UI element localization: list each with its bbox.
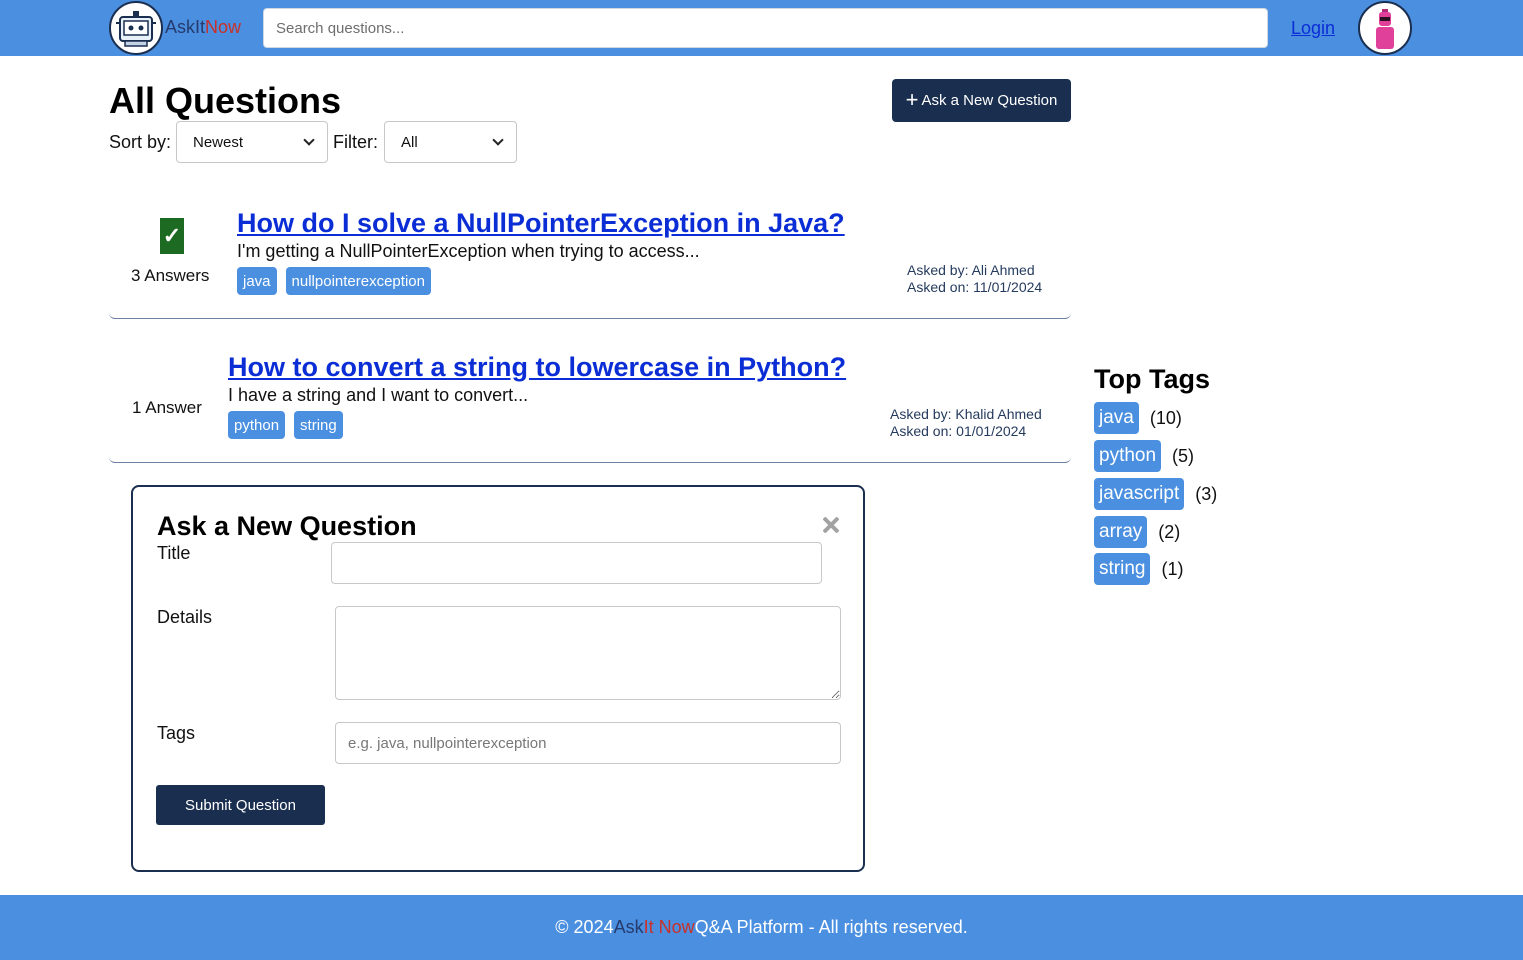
question-meta: Asked by: Khalid Ahmed Asked on: 01/01/2… — [890, 406, 1042, 440]
top-tag-chip[interactable]: java — [1094, 402, 1139, 434]
accepted-check-icon: ✓ — [160, 218, 184, 254]
top-tag-chip[interactable]: string — [1094, 553, 1151, 585]
footer-brand-it-now: It Now — [643, 917, 695, 937]
top-tag-chip[interactable]: python — [1094, 440, 1162, 472]
top-tag-row: string (1) — [1094, 553, 1183, 585]
title-label: Title — [157, 543, 191, 563]
asked-by: Asked by: Ali Ahmed — [907, 262, 1035, 278]
logo-icon[interactable] — [109, 1, 163, 55]
question-card: 1 Answer How to convert a string to lowe… — [109, 340, 1071, 463]
brand-name-part2: Now — [205, 17, 242, 37]
top-tag-count: (5) — [1172, 445, 1195, 466]
question-tags: java nullpointerexception — [237, 267, 431, 295]
question-card: ✓ 3 Answers How do I solve a NullPointer… — [109, 195, 1071, 319]
asked-by: Asked by: Khalid Ahmed — [890, 406, 1042, 422]
footer: © 2024 Ask It Now Q&A Platform - All rig… — [0, 895, 1523, 960]
top-tag-count: (1) — [1161, 558, 1184, 579]
top-tag-row: array (2) — [1094, 516, 1180, 548]
title-field[interactable] — [331, 542, 822, 584]
sort-label: Sort by: — [109, 132, 172, 152]
sort-select-value: Newest — [193, 133, 244, 151]
filter-select[interactable]: All — [384, 121, 517, 163]
filter-label: Filter: — [333, 132, 378, 152]
brand-name-part1: AskIt — [165, 17, 206, 37]
chevron-down-icon — [303, 134, 315, 146]
top-tag-count: (10) — [1149, 407, 1182, 428]
login-link[interactable]: Login — [1291, 18, 1335, 39]
question-snippet: I have a string and I want to convert... — [228, 385, 529, 405]
top-tag-chip[interactable]: array — [1094, 516, 1148, 548]
top-tag-count: (2) — [1158, 521, 1181, 542]
tag-chip[interactable]: python — [228, 411, 286, 439]
details-label: Details — [157, 607, 213, 627]
top-navbar: AskItNow Login — [0, 0, 1523, 56]
answer-count: 1 Answer — [132, 398, 202, 417]
avatar[interactable] — [1358, 1, 1412, 55]
tag-chip[interactable]: java — [237, 267, 277, 295]
modal-title: Ask a New Question — [157, 511, 417, 541]
robot-avatar-icon — [1376, 9, 1394, 49]
search-input[interactable] — [263, 8, 1268, 48]
question-snippet: I'm getting a NullPointerException when … — [237, 241, 700, 261]
top-tag-row: java (10) — [1094, 402, 1182, 434]
question-title-link[interactable]: How to convert a string to lowercase in … — [228, 352, 846, 383]
question-title-link[interactable]: How do I solve a NullPointerException in… — [237, 208, 845, 239]
asked-on: Asked on: 11/01/2024 — [907, 279, 1043, 295]
asked-on: Asked on: 01/01/2024 — [890, 423, 1027, 439]
top-tag-row: python (5) — [1094, 440, 1194, 472]
ask-question-button[interactable]: + Ask a New Question — [892, 79, 1071, 122]
chevron-down-icon — [492, 134, 504, 146]
ask-question-modal: Ask a New Question Title Details Tags Su… — [131, 485, 865, 872]
footer-brand-ask: Ask — [613, 917, 644, 937]
tags-field[interactable] — [335, 722, 841, 764]
top-tag-chip[interactable]: javascript — [1094, 478, 1185, 510]
tags-label: Tags — [157, 723, 196, 743]
answer-count: 3 Answers — [131, 266, 210, 285]
filter-select-value: All — [401, 133, 418, 151]
tag-chip[interactable]: string — [294, 411, 343, 439]
footer-suffix: Q&A Platform - All rights reserved. — [694, 917, 968, 937]
ask-question-label: Ask a New Question — [921, 92, 1058, 109]
top-tag-row: javascript (3) — [1094, 478, 1217, 510]
question-meta: Asked by: Ali Ahmed Asked on: 11/01/2024 — [907, 262, 1042, 296]
page-title: All Questions — [109, 80, 342, 121]
details-field[interactable] — [335, 606, 841, 700]
plus-icon: + — [905, 86, 919, 112]
sort-select[interactable]: Newest — [176, 121, 328, 163]
question-tags: python string — [228, 411, 343, 439]
tag-chip[interactable]: nullpointerexception — [285, 267, 431, 295]
top-tags-title: Top Tags — [1094, 364, 1210, 394]
footer-prefix: © 2024 — [555, 917, 614, 937]
brand-name[interactable]: AskItNow — [165, 17, 241, 38]
top-tag-count: (3) — [1195, 483, 1218, 504]
submit-question-button[interactable]: Submit Question — [156, 785, 325, 825]
close-icon[interactable] — [821, 515, 841, 535]
